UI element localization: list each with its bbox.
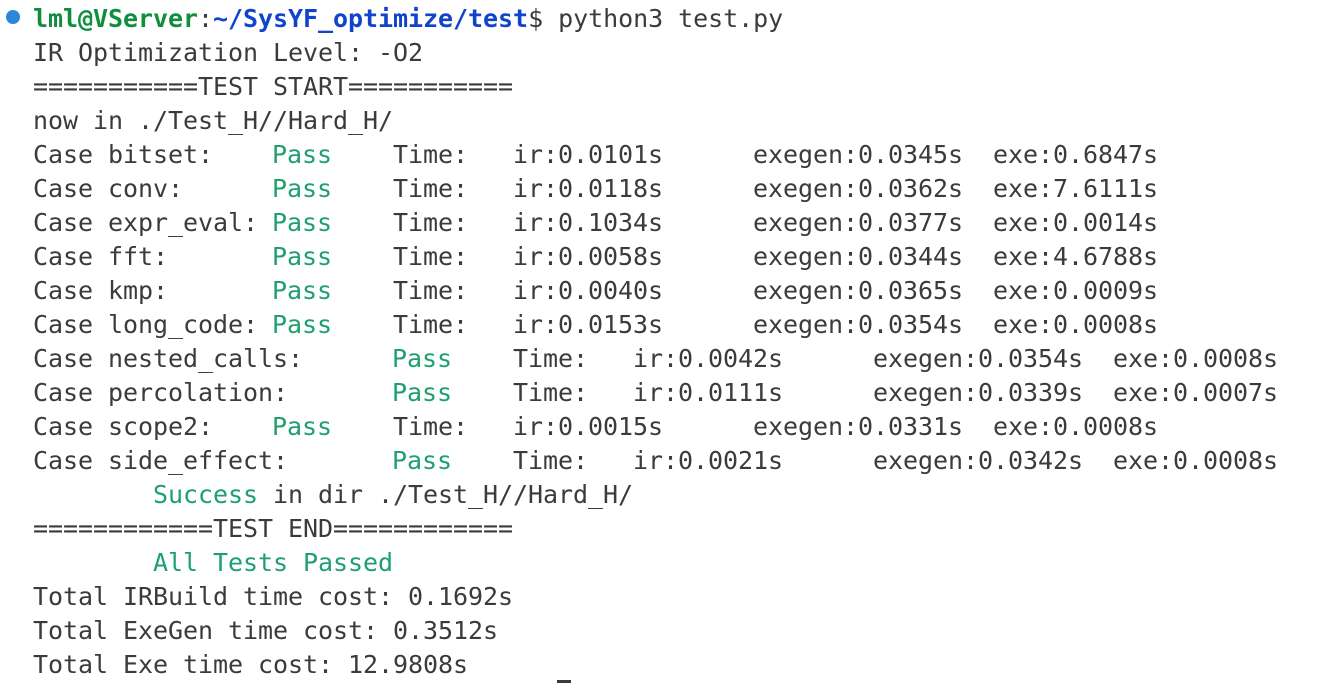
case-row: Case bitset: Pass Time: ir:0.0101s exegen:0.… <box>33 138 1303 172</box>
case-time-label: Time: <box>393 276 469 305</box>
case-status: Pass <box>392 378 453 407</box>
case-exegen-time: exegen:0.0354s <box>873 344 1084 373</box>
total-irbuild-line: Total IRBuild time cost: 0.1692s <box>33 582 514 611</box>
case-exe-time: exe:0.6847s <box>993 140 1159 169</box>
opt-level-line: IR Optimization Level: -O2 <box>33 38 424 67</box>
case-exe-time: exe:0.0009s <box>993 276 1159 305</box>
case-time-label: Time: <box>393 310 469 339</box>
case-row: Case scope2: Pass Time: ir:0.0015s exegen:0.… <box>33 410 1303 444</box>
case-exegen-time: exegen:0.0342s <box>873 446 1084 475</box>
prompt-separator: : <box>198 4 214 33</box>
case-time-label: Time: <box>513 344 589 373</box>
success-word: Success <box>153 480 259 509</box>
case-exe-time: exe:4.6788s <box>993 242 1159 271</box>
prompt-path: ~/SysYF_optimize/test <box>213 4 529 33</box>
case-exe-time: exe:0.0008s <box>1113 344 1279 373</box>
case-label: Case kmp: <box>33 276 169 305</box>
case-label: Case bitset: <box>33 140 214 169</box>
case-ir-time: ir:0.0015s <box>513 412 664 441</box>
case-status: Pass <box>272 174 333 203</box>
case-time-label: Time: <box>513 446 589 475</box>
case-status: Pass <box>272 208 333 237</box>
terminal-window[interactable]: lml@VServer:~/SysYF_optimize/test$ pytho… <box>0 0 1321 683</box>
case-exegen-time: exegen:0.0362s <box>753 174 964 203</box>
case-time-label: Time: <box>393 242 469 271</box>
case-exe-time: exe:0.0008s <box>993 412 1159 441</box>
case-time-label: Time: <box>513 378 589 407</box>
case-status: Pass <box>392 344 453 373</box>
success-rest: in dir ./Test_H//Hard_H/ <box>258 480 634 509</box>
case-label: Case long_code: <box>33 310 259 339</box>
case-status: Pass <box>272 310 333 339</box>
case-row: Case percolation: Pass Time: ir:0.0111s exeg… <box>33 376 1303 410</box>
case-status: Pass <box>272 412 333 441</box>
case-exegen-time: exegen:0.0339s <box>873 378 1084 407</box>
case-exegen-time: exegen:0.0354s <box>753 310 964 339</box>
case-label: Case conv: <box>33 174 184 203</box>
total-exe-line: Total Exe time cost: 12.9808s <box>33 650 469 679</box>
case-exe-time: exe:0.0008s <box>1113 446 1279 475</box>
case-time-label: Time: <box>393 140 469 169</box>
case-ir-time: ir:0.0101s <box>513 140 664 169</box>
case-label: Case side_effect: <box>33 446 289 475</box>
case-label: Case scope2: <box>33 412 214 441</box>
case-ir-time: ir:0.0021s <box>633 446 784 475</box>
case-row: Case expr_eval: Pass Time: ir:0.1034s exegen… <box>33 206 1303 240</box>
prompt-user-host: lml@VServer <box>33 4 199 33</box>
case-exegen-time: exegen:0.0377s <box>753 208 964 237</box>
case-row: Case side_effect: Pass Time: ir:0.0021s exeg… <box>33 444 1303 478</box>
case-row: Case long_code: Pass Time: ir:0.0153s exegen… <box>33 308 1303 342</box>
case-label: Case nested_calls: <box>33 344 304 373</box>
case-ir-time: ir:0.1034s <box>513 208 664 237</box>
case-exe-time: exe:0.0014s <box>993 208 1159 237</box>
case-exegen-time: exegen:0.0365s <box>753 276 964 305</box>
case-label: Case fft: <box>33 242 169 271</box>
all-tests-passed: All Tests Passed <box>153 548 394 577</box>
command-status-dot-icon[interactable] <box>6 10 20 24</box>
test-end-line: ============TEST END============ <box>33 514 514 543</box>
case-exegen-time: exegen:0.0331s <box>753 412 964 441</box>
case-exegen-time: exegen:0.0345s <box>753 140 964 169</box>
case-row: Case kmp: Pass Time: ir:0.0040s exegen:0.036… <box>33 274 1303 308</box>
case-row: Case fft: Pass Time: ir:0.0058s exegen:0.034… <box>33 240 1303 274</box>
case-status: Pass <box>272 242 333 271</box>
case-ir-time: ir:0.0042s <box>633 344 784 373</box>
test-start-line: ===========TEST START=========== <box>33 72 514 101</box>
case-exe-time: exe:0.0008s <box>993 310 1159 339</box>
case-ir-time: ir:0.0058s <box>513 242 664 271</box>
case-ir-time: ir:0.0111s <box>633 378 784 407</box>
prompt-symbol: $ <box>528 4 544 33</box>
prompt-line: lml@VServer:~/SysYF_optimize/test$ pytho… <box>33 2 783 36</box>
prompt-command: python3 test.py <box>543 4 784 33</box>
case-ir-time: ir:0.0153s <box>513 310 664 339</box>
case-label: Case percolation: <box>33 378 289 407</box>
total-exegen-line: Total ExeGen time cost: 0.3512s <box>33 616 499 645</box>
case-ir-time: ir:0.0118s <box>513 174 664 203</box>
case-time-label: Time: <box>393 412 469 441</box>
case-time-label: Time: <box>393 208 469 237</box>
case-row: Case nested_calls: Pass Time: ir:0.0042s exe… <box>33 342 1303 376</box>
case-status: Pass <box>392 446 453 475</box>
case-row: Case conv: Pass Time: ir:0.0118s exegen:0.03… <box>33 172 1303 206</box>
case-ir-time: ir:0.0040s <box>513 276 664 305</box>
case-status: Pass <box>272 140 333 169</box>
case-exe-time: exe:0.0007s <box>1113 378 1279 407</box>
case-time-label: Time: <box>393 174 469 203</box>
case-exegen-time: exegen:0.0344s <box>753 242 964 271</box>
case-label: Case expr_eval: <box>33 208 259 237</box>
now-in-line: now in ./Test_H//Hard_H/ <box>33 106 394 135</box>
case-exe-time: exe:7.6111s <box>993 174 1159 203</box>
case-status: Pass <box>272 276 333 305</box>
